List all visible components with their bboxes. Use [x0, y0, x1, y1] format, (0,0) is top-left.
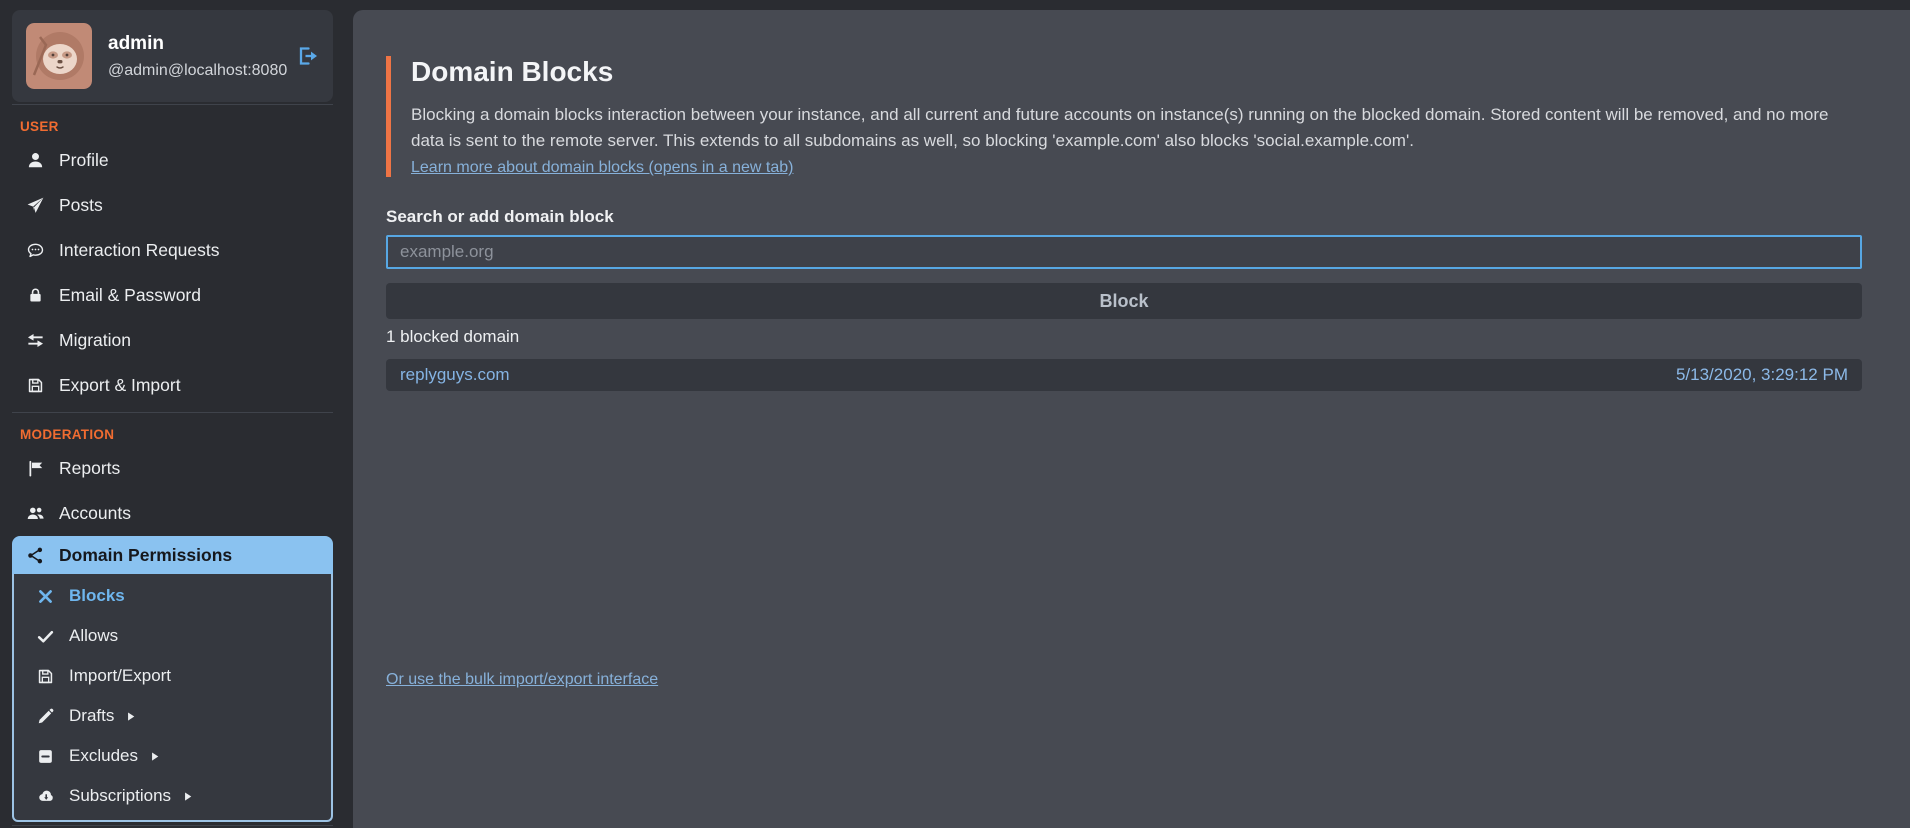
sidebar-item-label: Email & Password [59, 285, 201, 306]
blocked-domain-row[interactable]: replyguys.com 5/13/2020, 3:29:12 PM [386, 359, 1862, 391]
floppy-disk-icon [34, 667, 56, 686]
page-header: Domain Blocks Blocking a domain blocks i… [386, 56, 1862, 177]
blocked-domain-name: replyguys.com [400, 365, 510, 385]
submenu-item-blocks[interactable]: Blocks [14, 576, 331, 616]
flag-icon [24, 459, 46, 478]
blocked-count: 1 blocked domain [386, 327, 1862, 347]
sidebar-item-interaction-requests[interactable]: Interaction Requests [12, 228, 333, 273]
sidebar-item-posts[interactable]: Posts [12, 183, 333, 228]
divider [12, 412, 333, 413]
share-nodes-icon [24, 546, 46, 565]
caret-right-icon [124, 710, 137, 723]
exchange-arrows-icon [24, 331, 46, 350]
user-name: admin [108, 33, 287, 55]
submenu-item-drafts[interactable]: Drafts [14, 696, 331, 736]
submenu-item-label: Drafts [69, 706, 114, 726]
search-label: Search or add domain block [386, 207, 1862, 227]
submenu-item-subscriptions[interactable]: Subscriptions [14, 776, 331, 816]
submenu-item-label: Import/Export [69, 666, 171, 686]
sidebar-item-label: Posts [59, 195, 103, 216]
sidebar-item-migration[interactable]: Migration [12, 318, 333, 363]
user-card: admin @admin@localhost:8080 [12, 10, 333, 102]
user-icon [24, 151, 46, 170]
submenu-item-label: Subscriptions [69, 786, 171, 806]
learn-more-link[interactable]: Learn more about domain blocks (opens in… [411, 159, 793, 176]
page-title: Domain Blocks [411, 56, 1862, 88]
submenu-item-excludes[interactable]: Excludes [14, 736, 331, 776]
paper-plane-icon [24, 196, 46, 215]
sidebar-item-label: Interaction Requests [59, 240, 220, 261]
domain-search-input[interactable] [386, 235, 1862, 269]
block-button[interactable]: Block [386, 283, 1862, 319]
divider [12, 104, 333, 105]
submenu-item-allows[interactable]: Allows [14, 616, 331, 656]
submenu-item-label: Blocks [69, 586, 125, 606]
user-meta: admin @admin@localhost:8080 [108, 33, 287, 80]
avatar [26, 23, 92, 89]
main-area: Domain Blocks Blocking a domain blocks i… [345, 0, 1910, 828]
sidebar-item-domain-permissions[interactable]: Domain Permissions [12, 536, 333, 574]
caret-right-icon [181, 790, 194, 803]
comment-dots-icon [24, 241, 46, 260]
pencil-icon [34, 707, 56, 726]
divider [12, 825, 333, 826]
caret-right-icon [148, 750, 161, 763]
domain-permissions-submenu: Blocks Allows Import/Export Drafts Exclu… [12, 574, 333, 822]
sidebar-item-label: Accounts [59, 503, 131, 524]
minus-square-icon [34, 747, 56, 766]
sign-out-icon[interactable] [295, 44, 319, 68]
sidebar-item-label: Profile [59, 150, 109, 171]
times-icon [34, 587, 56, 606]
sidebar-item-label: Export & Import [59, 375, 181, 396]
sidebar-item-email-password[interactable]: Email & Password [12, 273, 333, 318]
floppy-disk-icon [24, 376, 46, 395]
submenu-item-import-export[interactable]: Import/Export [14, 656, 331, 696]
sidebar-item-reports[interactable]: Reports [12, 446, 333, 491]
users-icon [24, 504, 46, 523]
sidebar-item-export-import[interactable]: Export & Import [12, 363, 333, 408]
sidebar-item-label: Domain Permissions [59, 545, 232, 566]
bulk-import-export-link[interactable]: Or use the bulk import/export interface [386, 671, 658, 689]
domain-blocks-panel: Domain Blocks Blocking a domain blocks i… [353, 10, 1910, 828]
lock-icon [24, 286, 46, 305]
submenu-item-label: Allows [69, 626, 118, 646]
check-icon [34, 627, 56, 646]
user-handle: @admin@localhost:8080 [108, 62, 287, 80]
sidebar-item-accounts[interactable]: Accounts [12, 491, 333, 536]
blocked-domain-date: 5/13/2020, 3:29:12 PM [1676, 365, 1848, 385]
cloud-download-icon [34, 787, 56, 806]
page-description: Blocking a domain blocks interaction bet… [411, 102, 1862, 153]
sidebar-item-profile[interactable]: Profile [12, 138, 333, 183]
section-heading-moderation: MODERATION [12, 427, 333, 442]
blocked-domain-list: replyguys.com 5/13/2020, 3:29:12 PM [386, 359, 1862, 391]
section-heading-user: USER [12, 119, 333, 134]
sidebar: admin @admin@localhost:8080 USER Profile… [0, 0, 345, 828]
sidebar-item-label: Reports [59, 458, 120, 479]
submenu-item-label: Excludes [69, 746, 138, 766]
sidebar-item-label: Migration [59, 330, 131, 351]
